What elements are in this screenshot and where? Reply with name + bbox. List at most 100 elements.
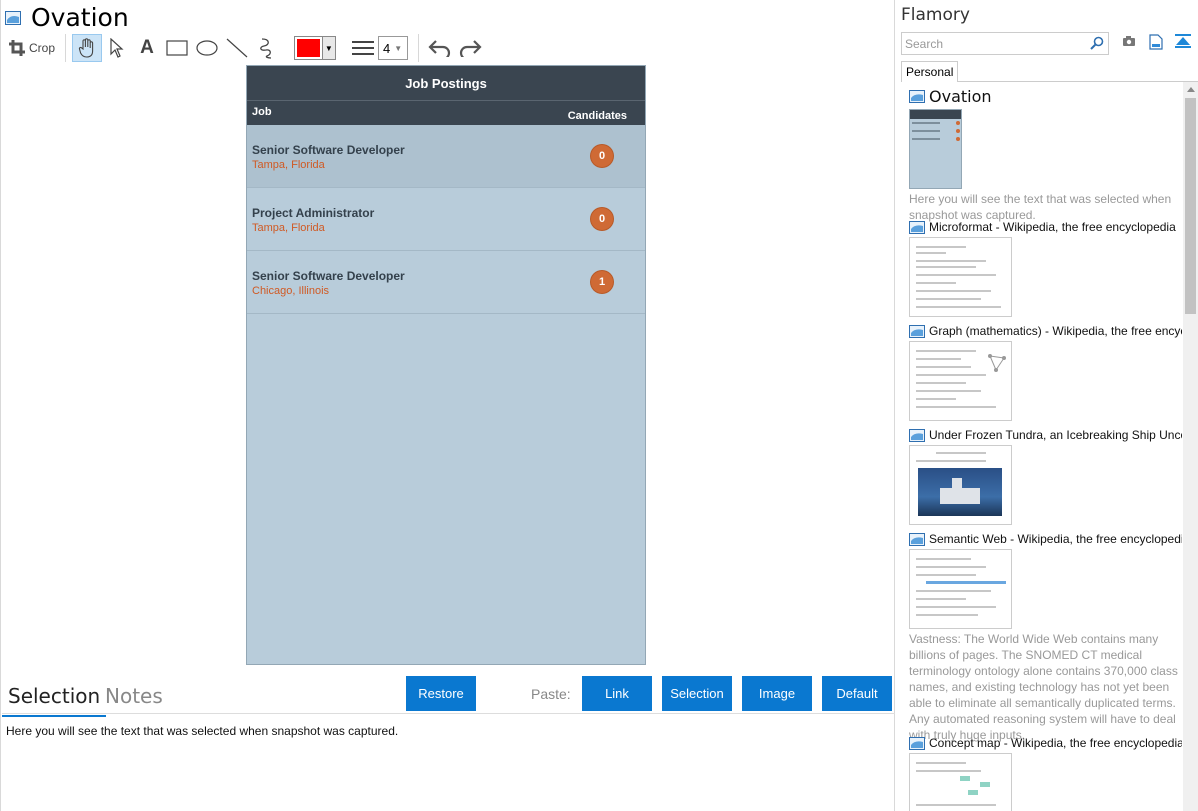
graph-diagram-icon xyxy=(988,354,1006,372)
line-tool-button[interactable] xyxy=(222,34,252,62)
list-item-title: Graph (mathematics) - Wikipedia, the fre… xyxy=(929,324,1182,338)
document-icon[interactable] xyxy=(1149,34,1163,50)
job-row[interactable]: Senior Software Developer Chicago, Illin… xyxy=(247,251,645,314)
chevron-down-icon: ▼ xyxy=(394,43,403,53)
scroll-up-icon[interactable] xyxy=(1187,87,1195,92)
text-tool-button[interactable]: A xyxy=(132,34,162,62)
search-icon[interactable] xyxy=(1090,36,1104,50)
select-tool-button[interactable] xyxy=(102,34,132,62)
rectangle-tool-button[interactable] xyxy=(162,34,192,62)
column-job: Job xyxy=(252,106,272,118)
chevron-down-icon: ▼ xyxy=(321,37,336,59)
list-item-title: Microformat - Wikipedia, the free encycl… xyxy=(929,220,1176,234)
column-header-row: Job Candidates xyxy=(247,100,645,125)
restore-button[interactable]: Restore xyxy=(406,676,476,711)
collapse-top-icon[interactable] xyxy=(1175,34,1191,48)
concept-map-icon xyxy=(960,776,1000,798)
job-title: Senior Software Developer xyxy=(252,269,405,283)
rectangle-icon xyxy=(166,40,188,56)
redo-button[interactable] xyxy=(455,34,485,62)
toolbar-divider xyxy=(418,34,420,62)
snapshot-thumbnail xyxy=(909,341,1012,421)
list-item[interactable]: Ovation Here you will see the text that … xyxy=(909,87,1182,223)
main-area: Ovation Crop A ▼ 4 ▼ Job Postings Job Ca… xyxy=(0,0,895,811)
list-item-header: Semantic Web - Wikipedia, the free encyc… xyxy=(909,532,1182,546)
tab-personal[interactable]: Personal xyxy=(901,61,958,82)
page-icon xyxy=(909,324,925,338)
line-width-value: 4 xyxy=(383,40,391,56)
list-item-header: Under Frozen Tundra, an Icebreaking Ship… xyxy=(909,428,1182,442)
text-tool-icon: A xyxy=(140,37,154,58)
list-item-header: Concept map - Wikipedia, the free encycl… xyxy=(909,736,1182,750)
list-item-title: Under Frozen Tundra, an Icebreaking Ship… xyxy=(929,428,1182,442)
page-icon xyxy=(909,90,925,103)
undo-icon xyxy=(428,40,451,57)
bottom-bar: Selection Notes Restore Paste: Link Sele… xyxy=(1,676,895,717)
list-item-header: Graph (mathematics) - Wikipedia, the fre… xyxy=(909,324,1182,338)
scrollbar[interactable] xyxy=(1183,82,1198,811)
list-item-header: Ovation xyxy=(909,87,1182,106)
list-item[interactable]: Under Frozen Tundra, an Icebreaking Ship… xyxy=(909,428,1182,525)
snapshot-thumbnail xyxy=(909,237,1012,317)
paste-default-button[interactable]: Default xyxy=(822,676,892,711)
job-row[interactable]: Senior Software Developer Tampa, Florida… xyxy=(247,125,645,188)
scrollbar-thumb[interactable] xyxy=(1185,98,1196,314)
list-item-title: Concept map - Wikipedia, the free encycl… xyxy=(929,736,1182,750)
tab-notes[interactable]: Notes xyxy=(105,684,163,708)
freehand-tool-button[interactable] xyxy=(252,34,282,62)
candidates-count-badge: 0 xyxy=(591,145,613,167)
job-row[interactable]: Project Administrator Tampa, Florida 0 xyxy=(247,188,645,251)
hand-icon xyxy=(78,38,94,58)
job-location: Chicago, Illinois xyxy=(252,285,330,297)
list-item-header: Microformat - Wikipedia, the free encycl… xyxy=(909,220,1182,234)
page-icon xyxy=(909,220,925,234)
pointer-icon xyxy=(110,38,124,58)
panel-title: Flamory xyxy=(901,5,970,25)
list-item-title: Ovation xyxy=(929,87,992,106)
tab-selection[interactable]: Selection xyxy=(1,684,107,717)
ellipse-tool-button[interactable] xyxy=(192,34,222,62)
paste-image-button[interactable]: Image xyxy=(742,676,812,711)
camera-icon[interactable] xyxy=(1122,34,1136,48)
paste-label: Paste: xyxy=(531,686,571,702)
line-width-button[interactable] xyxy=(350,34,376,62)
selection-text[interactable]: Here you will see the text that was sele… xyxy=(6,724,398,738)
list-item-title: Semantic Web - Wikipedia, the free encyc… xyxy=(929,532,1182,546)
column-candidates: Candidates xyxy=(567,110,627,122)
crop-icon xyxy=(9,40,25,56)
ellipse-icon xyxy=(196,40,218,56)
window-title: Ovation xyxy=(31,3,129,32)
list-item-description: Vastness: The World Wide Web contains ma… xyxy=(909,632,1178,742)
list-item-description: Here you will see the text that was sele… xyxy=(909,192,1172,222)
job-postings-header: Job Postings xyxy=(247,66,645,100)
tab-divider xyxy=(958,81,1198,82)
toolbar-divider xyxy=(65,34,67,62)
color-picker[interactable]: ▼ xyxy=(294,36,337,60)
list-item[interactable]: Graph (mathematics) - Wikipedia, the fre… xyxy=(909,324,1182,421)
flamory-panel: Flamory Search Personal Ovation Here you… xyxy=(896,0,1198,811)
hand-tool-button[interactable] xyxy=(72,34,103,62)
list-item[interactable]: Semantic Web - Wikipedia, the free encyc… xyxy=(909,532,1182,743)
paste-link-button[interactable]: Link xyxy=(582,676,652,711)
candidates-count-badge: 1 xyxy=(591,271,613,293)
job-location: Tampa, Florida xyxy=(252,222,325,234)
snapshot-list: Ovation Here you will see the text that … xyxy=(909,87,1182,811)
line-width-select[interactable]: 4 ▼ xyxy=(378,36,409,60)
page-icon xyxy=(909,428,925,442)
ship-photo xyxy=(918,468,1002,516)
snapshot-thumbnail xyxy=(909,109,962,189)
page-icon xyxy=(909,736,925,750)
paste-selection-button[interactable]: Selection xyxy=(662,676,732,711)
search-input[interactable]: Search xyxy=(901,32,1109,55)
candidates-count-badge: 0 xyxy=(591,208,613,230)
snapshot-canvas[interactable]: Job Postings Job Candidates Senior Softw… xyxy=(246,65,646,665)
line-width-icon xyxy=(352,41,375,55)
snapshot-thumbnail xyxy=(909,445,1012,525)
list-item[interactable]: Microformat - Wikipedia, the free encycl… xyxy=(909,220,1182,317)
crop-button[interactable]: Crop xyxy=(5,34,59,62)
page-icon xyxy=(909,532,925,546)
undo-button[interactable] xyxy=(425,34,455,62)
drawing-toolbar: Crop A ▼ 4 ▼ xyxy=(5,33,485,63)
job-location: Tampa, Florida xyxy=(252,159,325,171)
list-item[interactable]: Concept map - Wikipedia, the free encycl… xyxy=(909,736,1182,811)
